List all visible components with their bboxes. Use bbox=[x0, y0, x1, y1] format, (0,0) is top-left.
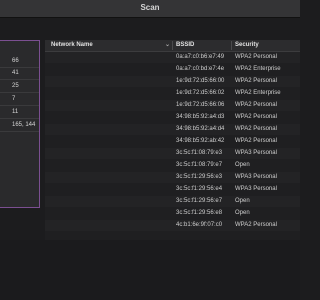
security-cell: WPA2 Enterprise bbox=[235, 90, 281, 96]
left-list-item[interactable]: 7 bbox=[0, 94, 39, 106]
bssid-cell: 3c:5c:f1:29:56:e3 bbox=[176, 174, 223, 180]
security-cell: WPA2 Personal bbox=[235, 54, 277, 60]
table-row[interactable]: 1e:9d:72:d5:66:00 WPA2 Personal bbox=[45, 76, 300, 87]
bssid-cell: 34:98:b5:92:ab:42 bbox=[176, 138, 225, 144]
left-list-item[interactable]: 165, 144 bbox=[0, 120, 39, 132]
security-cell: WPA2 Personal bbox=[235, 102, 277, 108]
left-list-item-label: 25 bbox=[12, 83, 19, 89]
table-row[interactable]: 34:98:b5:92:ab:42 WPA2 Personal bbox=[45, 136, 300, 147]
bssid-cell: 1e:9d:72:d5:66:02 bbox=[176, 90, 225, 96]
table-header: Network Name ⌄ BSSID Security bbox=[45, 40, 300, 52]
bssid-cell: 3c:5c:f1:29:56:e7 bbox=[176, 198, 223, 204]
left-selection-panel[interactable]: 66 41 25 7 11 165, 144 bbox=[0, 40, 40, 208]
left-list-item-label: 11 bbox=[12, 109, 19, 115]
table-row[interactable]: 3c:5c:f1:29:56:e3 WPA3 Personal bbox=[45, 172, 300, 183]
scan-results-table[interactable]: Network Name ⌄ BSSID Security 0a:a7:c0:b… bbox=[45, 40, 300, 240]
bssid-cell: 3c:5c:f1:08:79:e7 bbox=[176, 162, 223, 168]
left-list-item[interactable]: 66 bbox=[0, 56, 39, 68]
security-cell: WPA3 Personal bbox=[235, 150, 277, 156]
table-row[interactable]: 3c:5c:f1:08:79:e7 Open bbox=[45, 160, 300, 171]
left-list-item-label: 66 bbox=[12, 58, 19, 64]
bssid-cell: 1e:9d:72:d5:66:06 bbox=[176, 102, 225, 108]
security-cell: Open bbox=[235, 162, 250, 168]
security-cell: WPA2 Personal bbox=[235, 222, 277, 228]
bssid-cell: 0a:a7:c0:bd:e7:4e bbox=[176, 66, 225, 72]
table-row[interactable]: 3c:5c:f1:29:56:e8 Open bbox=[45, 208, 300, 219]
window-title: Scan bbox=[140, 3, 160, 12]
table-row[interactable]: 34:98:b5:92:a4:d4 WPA2 Personal bbox=[45, 124, 300, 135]
bssid-cell: 34:98:b5:92:a4:d4 bbox=[176, 126, 225, 132]
left-list-item[interactable]: 41 bbox=[0, 68, 39, 80]
table-row[interactable]: 3c:5c:f1:29:56:e7 Open bbox=[45, 196, 300, 207]
bssid-cell: 4c:b1:6e:9f:07:c0 bbox=[176, 222, 223, 228]
table-row[interactable]: 1e:9d:72:d5:66:02 WPA2 Enterprise bbox=[45, 88, 300, 99]
bssid-cell: 1e:9d:72:d5:66:00 bbox=[176, 78, 225, 84]
left-list-item[interactable]: 25 bbox=[0, 81, 39, 93]
security-cell: WPA2 Personal bbox=[235, 138, 277, 144]
column-divider[interactable] bbox=[231, 41, 232, 50]
security-cell: WPA2 Personal bbox=[235, 114, 277, 120]
security-cell: Open bbox=[235, 198, 250, 204]
table-row[interactable]: 4c:b1:6e:9f:07:c0 WPA2 Personal bbox=[45, 220, 300, 231]
security-cell: WPA2 Personal bbox=[235, 78, 277, 84]
left-list-item-label: 41 bbox=[12, 70, 19, 76]
security-cell: WPA2 Enterprise bbox=[235, 66, 281, 72]
security-cell: WPA3 Personal bbox=[235, 186, 277, 192]
security-cell: WPA3 Personal bbox=[235, 174, 277, 180]
bssid-cell: 3c:5c:f1:29:56:e4 bbox=[176, 186, 223, 192]
column-header-bssid[interactable]: BSSID bbox=[176, 40, 194, 51]
column-divider[interactable] bbox=[172, 41, 173, 50]
table-row[interactable]: 34:98:b5:92:a4:d3 WPA2 Personal bbox=[45, 112, 300, 123]
table-row[interactable]: 1e:9d:72:d5:66:06 WPA2 Personal bbox=[45, 100, 300, 111]
window-footer bbox=[0, 240, 300, 300]
left-list-item-label: 165, 144 bbox=[12, 122, 36, 128]
window-titlebar: Scan bbox=[0, 0, 300, 18]
bssid-cell: 3c:5c:f1:08:79:e3 bbox=[176, 150, 223, 156]
security-cell: WPA2 Personal bbox=[235, 126, 277, 132]
bssid-cell: 3c:5c:f1:29:56:e8 bbox=[176, 210, 223, 216]
table-row[interactable]: 0a:a7:c0:bd:e7:4e WPA2 Enterprise bbox=[45, 64, 300, 75]
bssid-cell: 0a:a7:c0:b6:e7:49 bbox=[176, 54, 225, 60]
table-row[interactable]: 0a:a7:c0:b6:e7:49 WPA2 Personal bbox=[45, 52, 300, 63]
table-row[interactable]: 3c:5c:f1:08:79:e3 WPA3 Personal bbox=[45, 148, 300, 159]
security-cell: Open bbox=[235, 210, 250, 216]
table-row[interactable]: 3c:5c:f1:29:56:e4 WPA3 Personal bbox=[45, 184, 300, 195]
left-list-item[interactable]: 11 bbox=[0, 107, 39, 119]
column-header-security[interactable]: Security bbox=[235, 40, 259, 51]
left-list-item-label: 7 bbox=[12, 96, 16, 102]
bssid-cell: 34:98:b5:92:a4:d3 bbox=[176, 114, 225, 120]
column-header-network-name[interactable]: Network Name bbox=[51, 40, 93, 51]
chevron-down-icon[interactable]: ⌄ bbox=[165, 40, 170, 51]
